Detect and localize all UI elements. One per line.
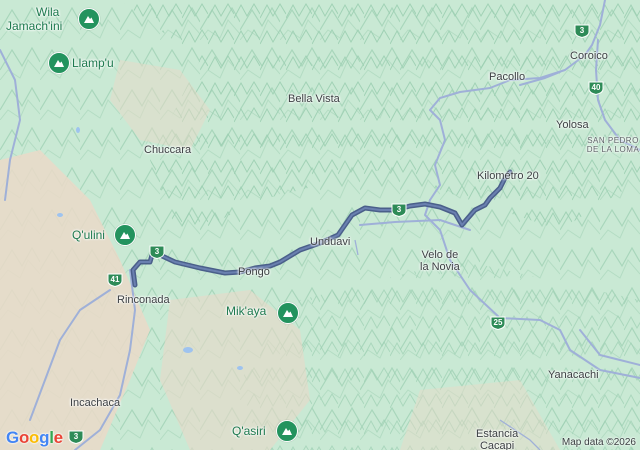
mountain-icon[interactable]: [277, 302, 299, 324]
place-label-estancia-line1: Estancia: [476, 428, 519, 440]
logo-letter: e: [53, 428, 63, 447]
place-label-incachaca[interactable]: Incachaca: [70, 397, 120, 409]
place-label-yanacachi[interactable]: Yanacachi: [548, 369, 599, 381]
place-label-rinconada[interactable]: Rinconada: [117, 294, 170, 306]
mountain-icon[interactable]: [48, 52, 70, 74]
place-label-velo-line1: Velo de: [421, 249, 459, 261]
place-label-llampu[interactable]: Llamp'u: [72, 57, 114, 69]
place-label-yolosa[interactable]: Yolosa: [556, 119, 589, 131]
place-label-estancia-cacapi[interactable]: Estancia Cacapi: [476, 428, 518, 450]
map-attribution[interactable]: Map data ©2026: [562, 437, 636, 448]
place-label-coroico[interactable]: Coroico: [570, 50, 608, 62]
place-label-san-pedro[interactable]: SAN PEDRO DE LA LOMA: [582, 136, 640, 154]
route-shield-41: 41: [107, 273, 123, 287]
logo-letter: o: [18, 428, 30, 447]
place-label-qulini[interactable]: Q'ulini: [72, 229, 105, 241]
place-label-bella-vista[interactable]: Bella Vista: [288, 93, 340, 105]
place-label-san-pedro-line1: SAN PEDRO: [587, 136, 639, 145]
logo-letter: o: [29, 428, 40, 447]
logo-letter: G: [6, 428, 19, 447]
mountain-icon[interactable]: [78, 8, 100, 30]
place-label-san-pedro-line2: DE LA LOMA: [586, 145, 640, 154]
place-label-mikaya[interactable]: Mik'aya: [226, 305, 266, 317]
route-shield-3-west: 3: [149, 245, 165, 259]
place-label-wila[interactable]: Wila: [36, 6, 59, 18]
place-label-pongo[interactable]: Pongo: [238, 266, 270, 278]
place-label-qasiri[interactable]: Q'asiri: [232, 425, 266, 437]
google-logo[interactable]: Google: [6, 428, 63, 448]
place-label-chuccara[interactable]: Chuccara: [144, 144, 191, 156]
route-shield-3-south: 3: [68, 430, 84, 444]
map-canvas[interactable]: 3 40 3 3 41 25 3 Wila Jamach'ini Llamp'u…: [0, 0, 640, 450]
route-shield-25: 25: [490, 316, 506, 330]
route-shield-3-middle: 3: [391, 203, 407, 217]
place-label-kilometro-20[interactable]: Kilométro 20: [477, 170, 539, 182]
route-shield-3-north: 3: [574, 24, 590, 38]
mountain-icon[interactable]: [114, 224, 136, 246]
mountain-icon[interactable]: [276, 420, 298, 442]
place-label-velo-line2: la Novia: [420, 261, 460, 273]
place-label-jamachini[interactable]: Jamach'ini: [6, 20, 62, 32]
place-label-velo-de-la-novia[interactable]: Velo de la Novia: [420, 249, 460, 273]
route-shield-40: 40: [588, 81, 604, 95]
place-label-estancia-line2: Cacapi: [479, 440, 515, 450]
place-label-unduavi[interactable]: Unduavi: [310, 236, 350, 248]
logo-letter: g: [39, 428, 50, 447]
place-label-pacollo[interactable]: Pacollo: [489, 71, 525, 83]
